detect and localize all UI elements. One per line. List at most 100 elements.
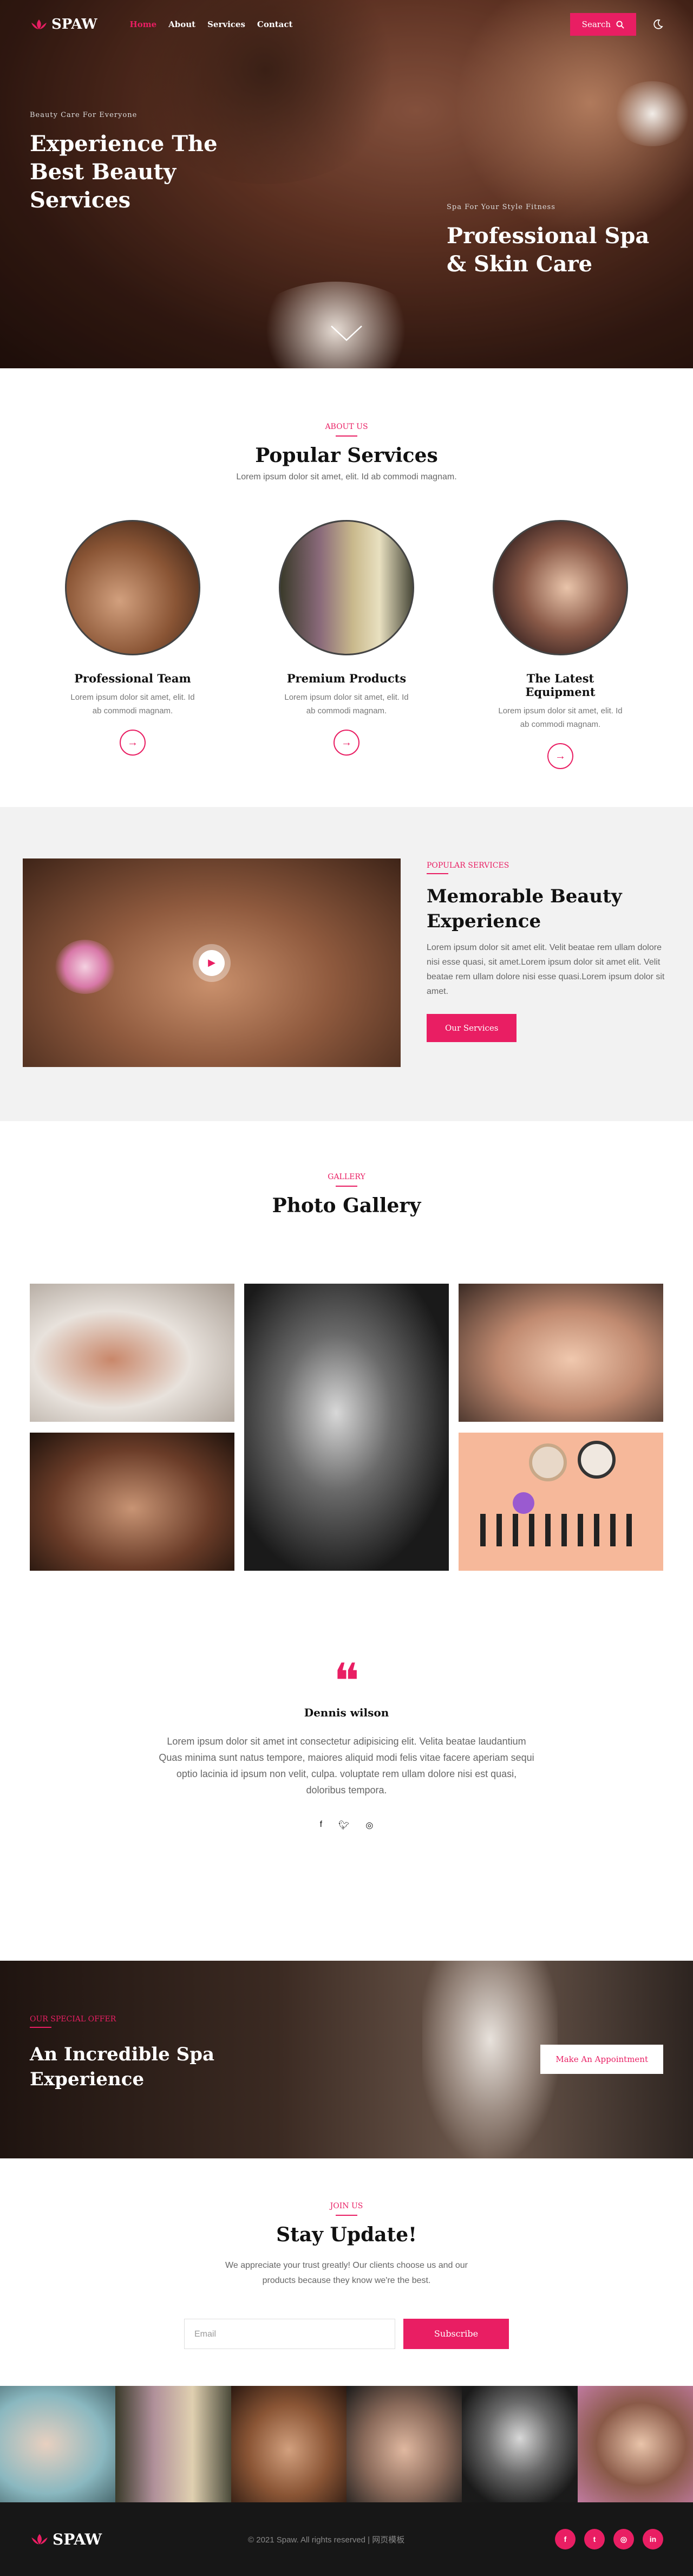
cosmetic-decor	[480, 1514, 643, 1546]
play-icon: ▶	[208, 957, 215, 968]
popular-section: ▶ POPULAR SERVICES Memorable Beauty Expe…	[0, 807, 693, 1121]
service-arrow-button[interactable]: →	[547, 743, 573, 769]
testimonial-socials: f 🐦︎ ◎	[0, 1820, 693, 1831]
make-appointment-button[interactable]: Make An Appointment	[540, 2045, 663, 2074]
hero-left-text: Beauty Care For Everyone Experience The …	[30, 111, 257, 214]
service-image	[65, 520, 200, 655]
search-icon	[616, 20, 624, 29]
instagram-icon[interactable]: ◎	[365, 1820, 373, 1831]
hero-right-kicker: Spa For Your Style Fitness	[447, 203, 555, 211]
chevron-down-icon[interactable]	[330, 325, 363, 341]
testimonial-text: Lorem ipsum dolor sit amet int consectet…	[159, 1736, 534, 1796]
popular-text-body: Lorem ipsum dolor sit amet elit. Velit b…	[427, 943, 665, 996]
subscribe-form: Email Subscribe	[0, 2319, 693, 2349]
lotus-icon	[31, 2534, 48, 2545]
subscribe-button[interactable]: Subscribe	[403, 2319, 509, 2349]
video-thumbnail[interactable]: ▶	[23, 858, 401, 1067]
subscribe-section: JOIN US Stay Update! We appreciate your …	[0, 2158, 693, 2386]
nav-right: Search	[570, 13, 663, 36]
instagram-icon[interactable]: ◎	[613, 2529, 634, 2549]
top-nav: SPAW Home About Services Contact Search	[0, 0, 693, 49]
offer-bg-figure	[422, 1961, 558, 2158]
services-section: ABOUT US Popular Services Lorem ipsum do…	[0, 368, 693, 807]
service-desc: Lorem ipsum dolor sit amet, elit. Id ab …	[498, 706, 623, 729]
services-subtitle: Lorem ipsum dolor sit amet, elit. Id ab …	[236, 472, 457, 482]
twitter-icon[interactable]: t	[584, 2529, 605, 2549]
services-title: Popular Services	[255, 444, 438, 467]
facebook-icon[interactable]: f	[320, 1820, 322, 1831]
service-card: Professional Team Lorem ipsum dolor sit …	[65, 520, 200, 769]
copyright-text: © 2021 Spaw. All rights reserved | 网页模板	[248, 2535, 405, 2545]
logo[interactable]: SPAW	[30, 16, 97, 32]
testimonial-name: Dennis wilson	[304, 1706, 389, 1719]
quote-icon: ❝	[333, 1653, 360, 1710]
photo-strip	[0, 2386, 693, 2502]
testimonial-section: ❝ Dennis wilson Lorem ipsum dolor sit am…	[0, 1653, 693, 1961]
popular-title: Memorable Beauty Experience	[427, 886, 622, 932]
nav-contact[interactable]: Contact	[257, 19, 293, 29]
service-card: The Latest Equipment Lorem ipsum dolor s…	[493, 520, 628, 769]
gallery-image[interactable]	[244, 1284, 449, 1571]
subscribe-kicker: JOIN US	[330, 2202, 363, 2210]
gallery-image[interactable]	[30, 1433, 234, 1571]
email-input[interactable]: Email	[184, 2319, 395, 2349]
flower-decor	[55, 940, 115, 994]
strip-image[interactable]	[231, 2386, 346, 2502]
arrow-right-icon: →	[127, 736, 138, 749]
subscribe-text: We appreciate your trust greatly! Our cl…	[225, 2261, 468, 2285]
arrow-right-icon: →	[555, 750, 566, 762]
logo-text: SPAW	[51, 16, 97, 32]
footer-logo-text: SPAW	[53, 2530, 102, 2548]
nav-home[interactable]: Home	[130, 19, 157, 29]
service-title: The Latest Equipment	[525, 672, 596, 699]
hero-section: SPAW Home About Services Contact Search …	[0, 0, 693, 368]
search-button[interactable]: Search	[570, 13, 636, 36]
gallery-kicker: GALLERY	[328, 1173, 365, 1181]
gallery-section: GALLERY Photo Gallery	[0, 1121, 693, 1663]
play-button[interactable]: ▶	[193, 944, 231, 982]
popular-kicker: POPULAR SERVICES	[427, 861, 509, 870]
services-kicker: ABOUT US	[325, 422, 368, 431]
service-card: Premium Products Lorem ipsum dolor sit a…	[279, 520, 414, 769]
popular-text: POPULAR SERVICES Memorable Beauty Experi…	[427, 861, 665, 1042]
arrow-right-icon: →	[341, 736, 352, 749]
search-label: Search	[581, 19, 611, 29]
kicker-divider	[427, 873, 448, 874]
strip-image[interactable]	[462, 2386, 578, 2502]
strip-image[interactable]	[0, 2386, 116, 2502]
service-arrow-button[interactable]: →	[334, 730, 359, 756]
hero-right-text: Spa For Your Style Fitness Professional …	[447, 203, 663, 278]
service-desc: Lorem ipsum dolor sit amet, elit. Id ab …	[284, 693, 409, 715]
linkedin-icon[interactable]: in	[643, 2529, 663, 2549]
strip-image[interactable]	[346, 2386, 462, 2502]
cosmetic-decor	[513, 1492, 534, 1514]
service-desc: Lorem ipsum dolor sit amet, elit. Id ab …	[70, 693, 195, 715]
subscribe-title: Stay Update!	[276, 2223, 417, 2246]
service-image	[279, 520, 414, 655]
nav-about[interactable]: About	[168, 19, 195, 29]
flower-decor	[612, 81, 693, 146]
twitter-icon[interactable]: 🐦︎	[338, 1820, 349, 1831]
kicker-divider	[336, 1186, 357, 1187]
cosmetic-decor	[529, 1443, 567, 1481]
footer-socials: f t ◎ in	[555, 2529, 663, 2549]
nav-links: Home About Services Contact	[130, 19, 293, 29]
services-row: Professional Team Lorem ipsum dolor sit …	[0, 520, 693, 769]
gallery-image[interactable]	[459, 1433, 663, 1571]
kicker-divider	[336, 435, 357, 437]
gallery-image[interactable]	[30, 1284, 234, 1422]
service-title: Professional Team	[74, 672, 191, 685]
our-services-button[interactable]: Our Services	[427, 1014, 517, 1042]
service-arrow-button[interactable]: →	[120, 730, 146, 756]
offer-title: An Incredible Spa Experience	[30, 2044, 215, 2090]
gallery-image[interactable]	[459, 1284, 663, 1422]
nav-services[interactable]: Services	[207, 19, 245, 29]
strip-image[interactable]	[577, 2386, 693, 2502]
moon-icon[interactable]	[652, 19, 663, 30]
facebook-icon[interactable]: f	[555, 2529, 576, 2549]
strip-image[interactable]	[115, 2386, 231, 2502]
kicker-divider	[30, 2027, 51, 2028]
offer-kicker: OUR SPECIAL OFFER	[30, 2015, 116, 2024]
lotus-icon	[31, 19, 47, 29]
footer-logo[interactable]: SPAW	[30, 2531, 102, 2548]
